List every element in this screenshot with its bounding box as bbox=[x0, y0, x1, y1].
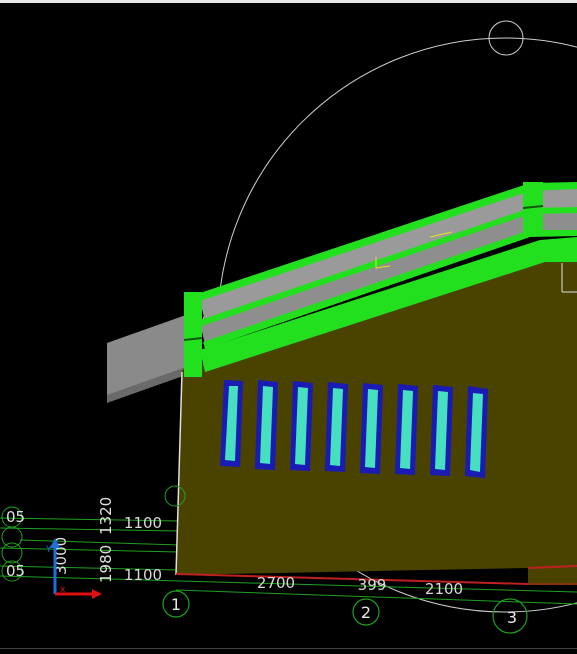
window[interactable] bbox=[220, 380, 243, 467]
grid-label-1: 1 bbox=[171, 595, 181, 614]
dim-1100-top: 1100 bbox=[124, 514, 162, 532]
dim-2700: 2700 bbox=[257, 574, 295, 592]
grid-bubble-2[interactable]: 2 bbox=[352, 598, 380, 626]
dim-2100: 2100 bbox=[425, 580, 463, 598]
top-border bbox=[0, 0, 577, 3]
vdim-1320: 1320 bbox=[97, 497, 115, 535]
vlabel-05-bottom: 05 bbox=[6, 562, 25, 580]
window[interactable] bbox=[395, 384, 418, 475]
grid-label-2: 2 bbox=[361, 603, 371, 622]
window[interactable] bbox=[360, 383, 383, 474]
dim-1100-bottom: 1100 bbox=[124, 566, 162, 584]
ucs-x-label: x bbox=[60, 585, 66, 595]
parapet-post-left bbox=[184, 292, 202, 377]
grid-bubble-3[interactable]: 3 bbox=[492, 598, 528, 634]
window[interactable] bbox=[290, 381, 313, 471]
cad-3d-viewport[interactable]: 1 2 3 2700 399 2100 1100 1100 1980 1320 … bbox=[0, 0, 577, 654]
window[interactable] bbox=[430, 385, 453, 476]
dim-399: 399 bbox=[358, 576, 387, 594]
grid-label-3: 3 bbox=[507, 608, 517, 627]
window[interactable] bbox=[465, 386, 488, 478]
building-model-view[interactable]: 1 2 3 2700 399 2100 1100 1100 1980 1320 … bbox=[0, 0, 577, 654]
ucs-y-label: Y bbox=[45, 545, 52, 555]
vdim-1980: 1980 bbox=[97, 545, 115, 583]
bottom-status-strip bbox=[0, 648, 577, 654]
grid-bubble-1[interactable]: 1 bbox=[162, 590, 190, 618]
vlabel-05-top: 05 bbox=[6, 508, 25, 526]
window[interactable] bbox=[255, 380, 278, 470]
window[interactable] bbox=[325, 382, 348, 472]
